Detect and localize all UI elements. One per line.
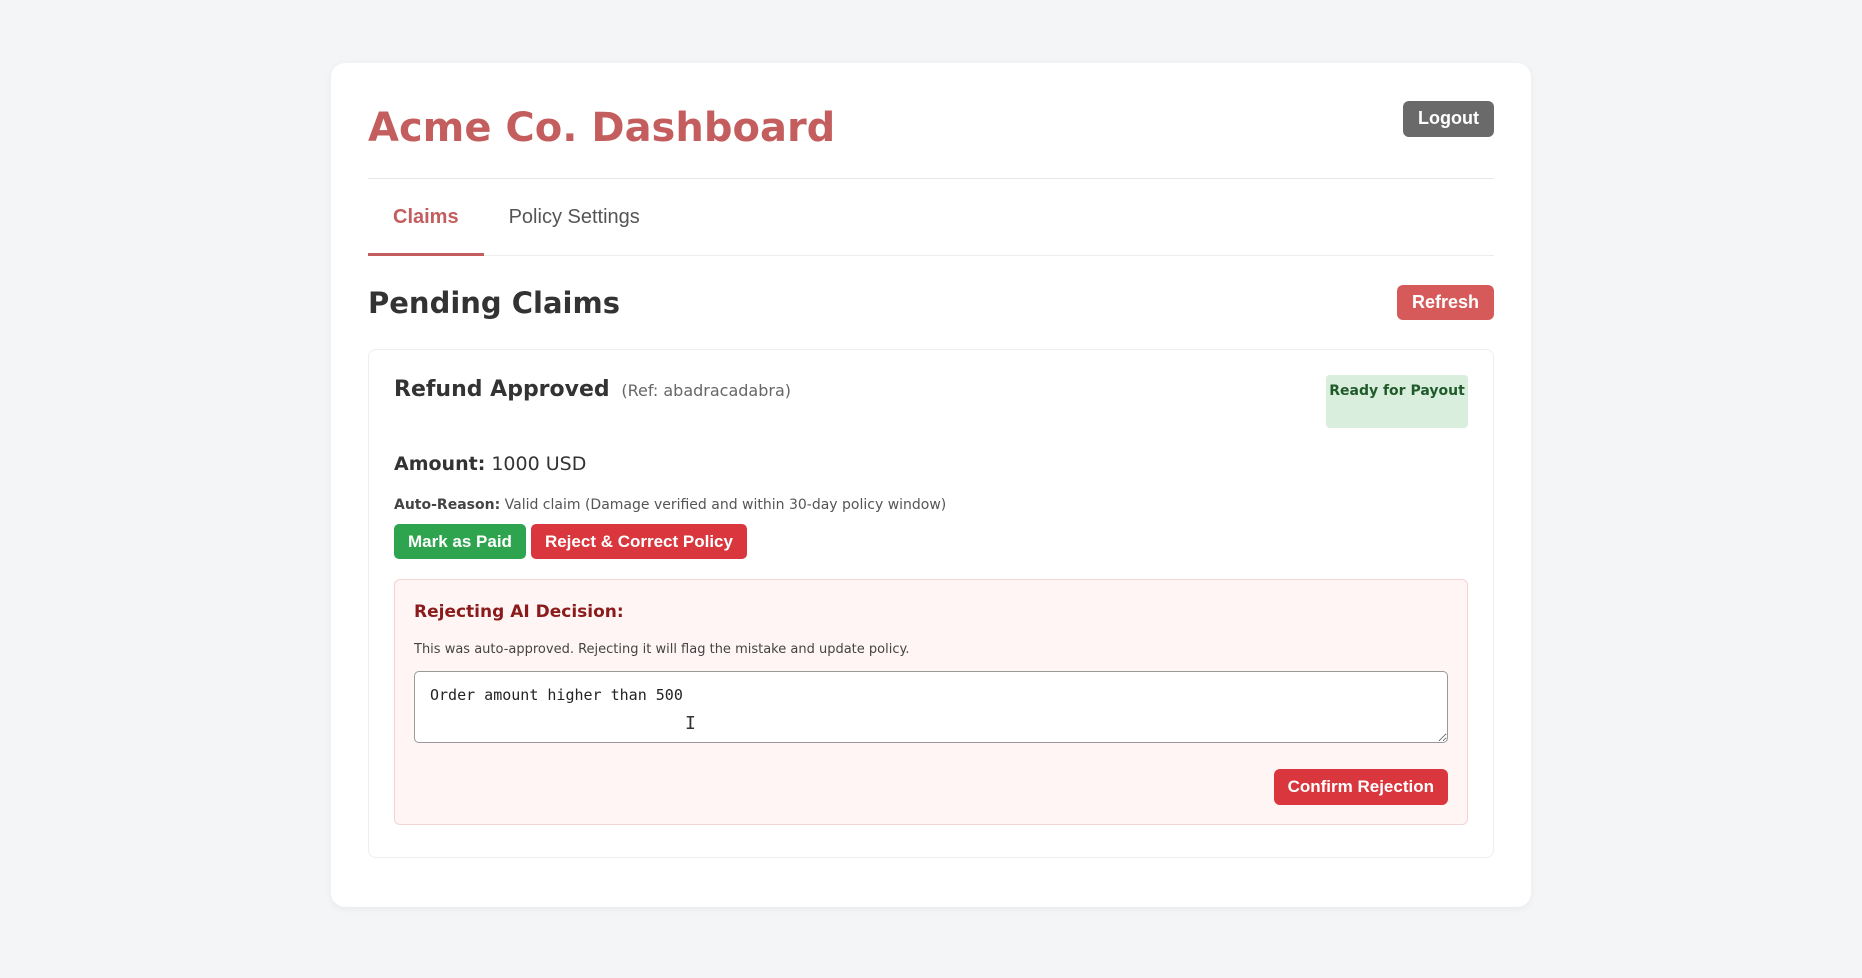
claim-actions: Mark as Paid Reject & Correct Policy [394, 524, 1468, 559]
mark-as-paid-button[interactable]: Mark as Paid [394, 524, 526, 559]
dashboard-panel: Acme Co. Dashboard Logout Claims Policy … [331, 63, 1531, 907]
logout-button[interactable]: Logout [1403, 100, 1494, 137]
tab-bar: Claims Policy Settings [368, 179, 1494, 256]
claim-amount: Amount: 1000 USD [394, 453, 1468, 475]
page-title: Acme Co. Dashboard [368, 104, 836, 151]
amount-value: 1000 USD [491, 453, 587, 475]
rejection-panel: Rejecting AI Decision: This was auto-app… [394, 579, 1468, 825]
header: Acme Co. Dashboard Logout [368, 63, 1494, 179]
reject-correct-policy-button[interactable]: Reject & Correct Policy [530, 524, 747, 559]
refresh-button[interactable]: Refresh [1396, 285, 1494, 320]
section-title: Pending Claims [368, 285, 620, 320]
rejection-title: Rejecting AI Decision: [414, 602, 624, 622]
claim-card: Refund Approved (Ref: abadracadabra) Rea… [368, 349, 1494, 858]
claim-auto-reason: Auto-Reason: Valid claim (Damage verifie… [394, 497, 1468, 513]
amount-label: Amount: [394, 453, 486, 475]
auto-reason-value: Valid claim (Damage verified and within … [504, 497, 947, 513]
claim-card-header: Refund Approved (Ref: abadracadabra) Rea… [394, 350, 1468, 428]
auto-reason-label: Auto-Reason: [394, 497, 501, 513]
claim-title: Refund Approved (Ref: abadracadabra) [394, 377, 791, 428]
tab-policy-settings[interactable]: Policy Settings [484, 179, 665, 256]
section-header: Pending Claims Refresh [368, 256, 1494, 349]
tab-claims[interactable]: Claims [368, 179, 484, 256]
rejection-description: This was auto-approved. Rejecting it wil… [414, 642, 910, 657]
claim-title-text: Refund Approved [394, 377, 610, 402]
rejection-reason-input[interactable] [414, 671, 1448, 743]
confirm-rejection-button[interactable]: Confirm Rejection [1273, 769, 1448, 805]
status-badge: Ready for Payout [1326, 375, 1468, 428]
claim-ref: (Ref: abadracadabra) [621, 381, 792, 400]
text-cursor-icon: I [685, 713, 696, 734]
